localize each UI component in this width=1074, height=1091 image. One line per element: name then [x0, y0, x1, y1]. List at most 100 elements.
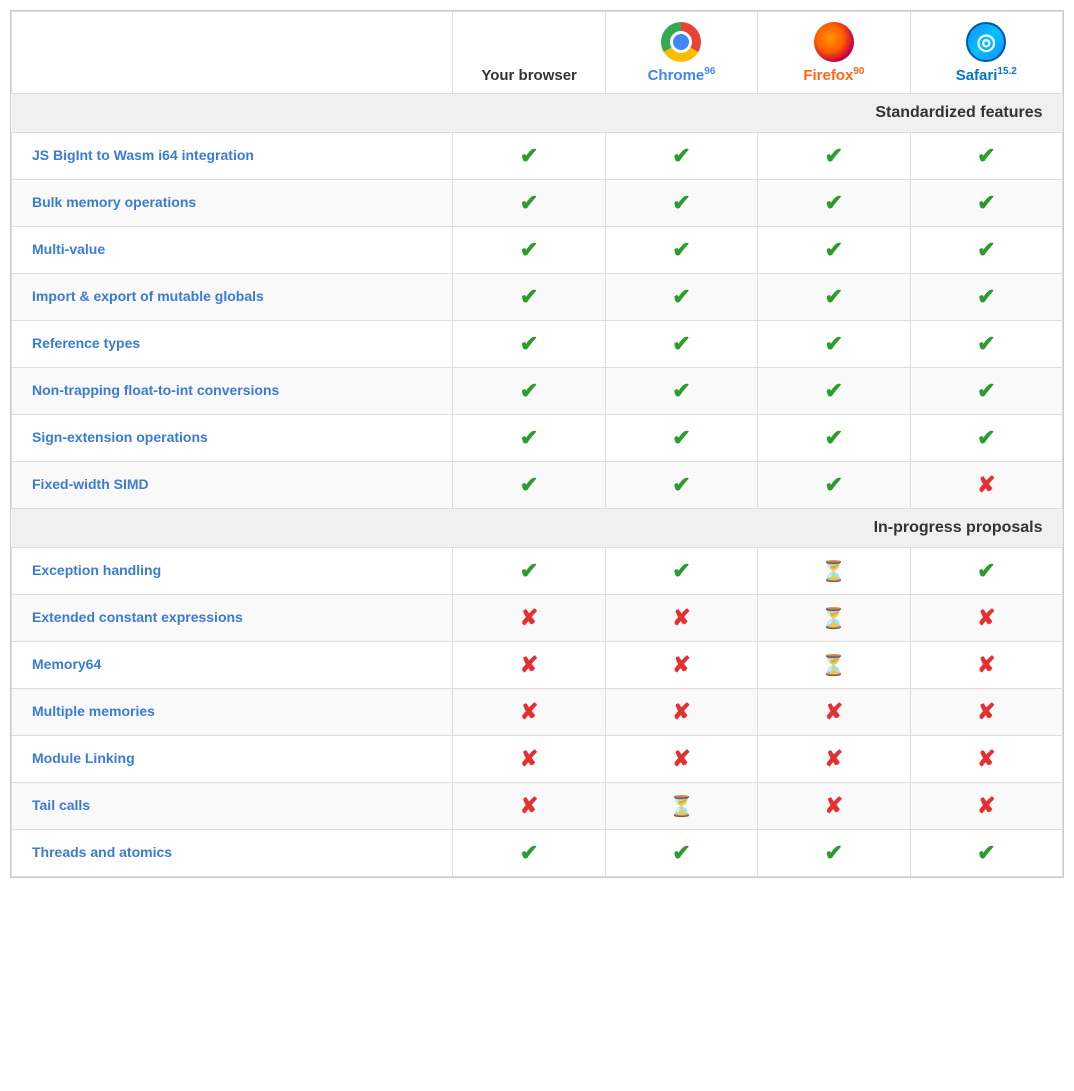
safari-cell: ✘	[910, 595, 1062, 642]
cross-icon: ✘	[977, 652, 995, 677]
safari-cell: ✘	[910, 736, 1062, 783]
firefox-cell: ✔	[758, 321, 910, 368]
your-browser-cell: ✔	[453, 227, 605, 274]
feature-label: Multiple memories	[32, 703, 155, 719]
table-row: JS BigInt to Wasm i64 integration ✔ ✔ ✔ …	[12, 133, 1063, 180]
safari-cell: ✔	[910, 133, 1062, 180]
cross-icon: ✘	[977, 472, 995, 497]
check-icon: ✔	[825, 237, 843, 262]
check-icon: ✔	[672, 378, 690, 403]
check-icon: ✔	[672, 472, 690, 497]
feature-name: Threads and atomics	[12, 830, 453, 877]
check-icon: ✔	[977, 190, 995, 215]
table-row: Threads and atomics ✔ ✔ ✔ ✔	[12, 830, 1063, 877]
your-browser-cell: ✔	[453, 368, 605, 415]
your-browser-cell: ✘	[453, 595, 605, 642]
chrome-cell: ✔	[605, 274, 757, 321]
check-icon: ✔	[520, 331, 538, 356]
cross-icon: ✘	[825, 699, 843, 724]
firefox-cell: ✔	[758, 830, 910, 877]
hourglass-icon: ⏳	[669, 796, 694, 818]
check-icon: ✔	[520, 472, 538, 497]
firefox-cell: ✔	[758, 227, 910, 274]
safari-cell: ✔	[910, 180, 1062, 227]
firefox-cell: ✘	[758, 689, 910, 736]
your-browser-label: Your browser	[481, 67, 577, 84]
firefox-cell: ✔	[758, 274, 910, 321]
table-row: Module Linking ✘ ✘ ✘ ✘	[12, 736, 1063, 783]
check-icon: ✔	[977, 558, 995, 583]
check-icon: ✔	[520, 378, 538, 403]
feature-label: Exception handling	[32, 562, 161, 578]
feature-label: Reference types	[32, 335, 140, 351]
check-icon: ✔	[977, 143, 995, 168]
firefox-cell: ⏳	[758, 548, 910, 595]
table-row: Multiple memories ✘ ✘ ✘ ✘	[12, 689, 1063, 736]
safari-cell: ✔	[910, 274, 1062, 321]
cross-icon: ✘	[520, 746, 538, 771]
feature-name: Reference types	[12, 321, 453, 368]
chrome-cell: ✔	[605, 415, 757, 462]
safari-cell: ✘	[910, 642, 1062, 689]
chrome-cell: ✔	[605, 462, 757, 509]
your-browser-cell: ✔	[453, 462, 605, 509]
feature-label: Fixed-width SIMD	[32, 476, 149, 492]
feature-name: Module Linking	[12, 736, 453, 783]
firefox-icon	[814, 22, 854, 62]
feature-label: Import & export of mutable globals	[32, 288, 264, 304]
table-row: Tail calls ✘ ⏳ ✘ ✘	[12, 783, 1063, 830]
check-icon: ✔	[825, 425, 843, 450]
your-browser-cell: ✔	[453, 133, 605, 180]
chrome-cell: ✔	[605, 548, 757, 595]
cross-icon: ✘	[977, 699, 995, 724]
safari-cell: ✘	[910, 783, 1062, 830]
hourglass-icon: ⏳	[821, 561, 846, 583]
check-icon: ✔	[672, 143, 690, 168]
check-icon: ✔	[672, 237, 690, 262]
feature-name: Extended constant expressions	[12, 595, 453, 642]
safari-cell: ✔	[910, 548, 1062, 595]
chrome-cell: ✔	[605, 133, 757, 180]
feature-label: Sign-extension operations	[32, 429, 208, 445]
feature-column-header	[12, 12, 453, 94]
safari-header: Safari15.2	[910, 12, 1062, 94]
chrome-icon	[661, 22, 701, 62]
feature-name: Bulk memory operations	[12, 180, 453, 227]
feature-name: Fixed-width SIMD	[12, 462, 453, 509]
section-header-1: In-progress proposals	[12, 509, 1063, 548]
feature-label: Extended constant expressions	[32, 609, 243, 625]
check-icon: ✔	[520, 284, 538, 309]
cross-icon: ✘	[977, 605, 995, 630]
chrome-header: Chrome96	[605, 12, 757, 94]
table-row: Multi-value ✔ ✔ ✔ ✔	[12, 227, 1063, 274]
check-icon: ✔	[520, 143, 538, 168]
feature-label: Non-trapping float-to-int conversions	[32, 382, 279, 398]
cross-icon: ✘	[825, 793, 843, 818]
check-icon: ✔	[977, 284, 995, 309]
table-row: Reference types ✔ ✔ ✔ ✔	[12, 321, 1063, 368]
check-icon: ✔	[977, 840, 995, 865]
feature-label: Tail calls	[32, 797, 90, 813]
chrome-cell: ✘	[605, 642, 757, 689]
feature-name: Sign-extension operations	[12, 415, 453, 462]
check-icon: ✔	[520, 840, 538, 865]
your-browser-cell: ✔	[453, 180, 605, 227]
check-icon: ✔	[977, 378, 995, 403]
check-icon: ✔	[520, 425, 538, 450]
feature-name: Tail calls	[12, 783, 453, 830]
table-row: Import & export of mutable globals ✔ ✔ ✔…	[12, 274, 1063, 321]
table-row: Non-trapping float-to-int conversions ✔ …	[12, 368, 1063, 415]
cross-icon: ✘	[520, 699, 538, 724]
safari-cell: ✔	[910, 368, 1062, 415]
firefox-cell: ⏳	[758, 595, 910, 642]
feature-name: Memory64	[12, 642, 453, 689]
firefox-header: Firefox90	[758, 12, 910, 94]
feature-label: Bulk memory operations	[32, 194, 196, 210]
cross-icon: ✘	[672, 652, 690, 677]
chrome-cell: ✔	[605, 321, 757, 368]
section-title: Standardized features	[12, 94, 1063, 133]
check-icon: ✔	[977, 425, 995, 450]
check-icon: ✔	[825, 284, 843, 309]
firefox-cell: ✔	[758, 180, 910, 227]
table-row: Fixed-width SIMD ✔ ✔ ✔ ✘	[12, 462, 1063, 509]
